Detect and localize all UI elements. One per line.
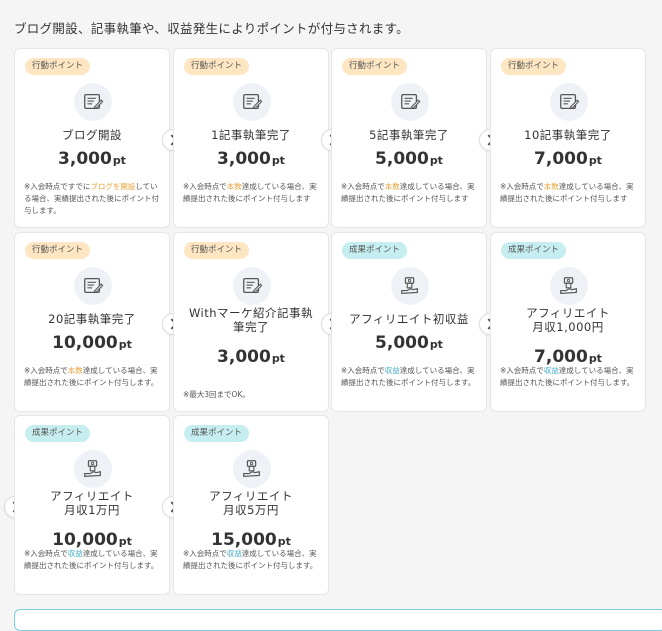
card-title: 5記事執筆完了 (369, 128, 449, 142)
point-card-20-articles: 行動ポイント 20記事執筆完了 10,000pt ※入会時点で本数達成している場… (14, 232, 170, 412)
point-card-affiliate-10000: 成果ポイント アフィリエイト 月収1万円 10,000pt ※入会時点で収益達成し… (14, 415, 170, 595)
card-title: アフィリエイト 月収5万円 (209, 489, 293, 517)
money-hand-icon (550, 267, 588, 305)
card-points: 7,000pt (534, 347, 602, 367)
card-points: 3,000pt (217, 149, 285, 169)
intro-text: ブログ開設、記事執筆や、収益発生によりポイントが付与されます。 (14, 21, 409, 36)
point-card-affiliate-first: 成果ポイント アフィリエイト初収益 5,000pt ※入会時点で収益達成している… (331, 232, 487, 412)
card-note: ※入会時点で収益達成している場合、実績提出された後にポイント付与します。 (183, 549, 318, 570)
card-title: 10記事執筆完了 (524, 128, 612, 142)
badge-result-points: 成果ポイント (501, 242, 567, 259)
card-points: 10,000pt (52, 530, 132, 550)
card-points: 10,000pt (52, 333, 132, 353)
card-points: 5,000pt (375, 333, 443, 353)
card-title: Withマーケ紹介記事執 筆完了 (188, 306, 314, 334)
article-icon (550, 83, 588, 121)
bottom-info-box (14, 609, 662, 631)
badge-action-points: 行動ポイント (184, 58, 250, 75)
card-title: アフィリエイト 月収1,000円 (526, 306, 610, 334)
point-card-1-article: 行動ポイント 1記事執筆完了 3,000pt ※入会時点で本数達成している場合、… (173, 48, 329, 228)
money-hand-icon (391, 267, 429, 305)
card-points: 5,000pt (375, 149, 443, 169)
card-title: 1記事執筆完了 (211, 128, 291, 142)
money-hand-icon (233, 450, 271, 488)
card-note: ※入会時点で収益達成している場合、実績提出された後にポイント付与します。 (24, 549, 159, 570)
card-note: ※最大3回までOK。 (183, 390, 250, 399)
badge-action-points: 行動ポイント (25, 58, 91, 75)
card-title: ブログ開設 (62, 128, 122, 142)
card-note: ※入会時点で本数達成している場合、実績提出された後にポイント付与します (341, 182, 475, 203)
card-points: 15,000pt (211, 530, 291, 550)
card-points: 3,000pt (217, 347, 285, 367)
card-note: ※入会時点で本数達成している場合、実績提出された後にポイント付与します (500, 182, 634, 203)
card-note: ※入会時点で本数達成している場合、実績提出された後にポイント付与します。 (24, 366, 159, 387)
article-icon (233, 267, 271, 305)
badge-result-points: 成果ポイント (342, 242, 408, 259)
badge-action-points: 行動ポイント (25, 242, 91, 259)
article-icon (233, 83, 271, 121)
card-title: 20記事執筆完了 (48, 312, 136, 326)
article-icon (391, 83, 429, 121)
badge-action-points: 行動ポイント (184, 242, 250, 259)
badge-result-points: 成果ポイント (184, 425, 250, 442)
point-card-10-articles: 行動ポイント 10記事執筆完了 7,000pt ※入会時点で本数達成している場合… (490, 48, 646, 228)
point-card-affiliate-50000: 成果ポイント アフィリエイト 月収5万円 15,000pt ※入会時点で収益達成し… (173, 415, 329, 595)
card-note: ※入会時点ですでにブログを開設している場合、実績提出された後にポイント付与します… (24, 182, 159, 215)
card-note: ※入会時点で本数達成している場合、実績提出された後にポイント付与します (183, 182, 317, 203)
point-card-5-articles: 行動ポイント 5記事執筆完了 5,000pt ※入会時点で本数達成している場合、… (331, 48, 487, 228)
card-note: ※入会時点で収益達成している場合、実績提出された後にポイント付与します。 (500, 366, 635, 387)
badge-action-points: 行動ポイント (501, 58, 567, 75)
card-title: アフィリエイト 月収1万円 (50, 489, 134, 517)
card-note: ※入会時点で収益達成している場合、実績提出された後にポイント付与します。 (341, 366, 476, 387)
article-icon (74, 83, 112, 121)
card-points: 3,000pt (58, 149, 126, 169)
card-title: アフィリエイト初収益 (349, 312, 469, 326)
badge-action-points: 行動ポイント (342, 58, 408, 75)
point-card-withmarke-article: 行動ポイント Withマーケ紹介記事執 筆完了 3,000pt ※最大3回までOK… (173, 232, 329, 412)
badge-result-points: 成果ポイント (25, 425, 91, 442)
point-card-blog-open: 行動ポイント ブログ開設 3,000pt ※入会時点ですでにブログを開設している… (14, 48, 170, 228)
point-card-affiliate-1000: 成果ポイント アフィリエイト 月収1,000円 7,000pt ※入会時点で収益達… (490, 232, 646, 412)
money-hand-icon (74, 450, 112, 488)
article-icon (74, 267, 112, 305)
card-points: 7,000pt (534, 149, 602, 169)
